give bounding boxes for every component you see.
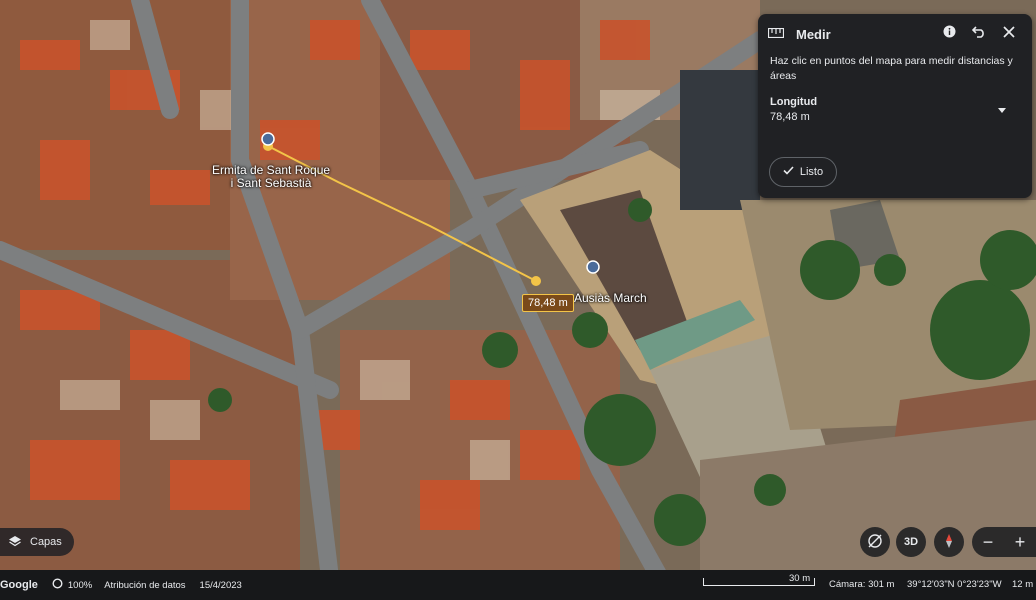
close-icon [1003,25,1015,43]
compass-icon [942,533,956,552]
compass-button[interactable] [934,527,964,557]
measurement-point-end[interactable] [531,276,541,286]
elevation: 12 m [1012,579,1034,590]
layers-button[interactable]: Capas [0,528,74,556]
view-3d-button[interactable]: 3D [896,527,926,557]
place-label-ausias-march[interactable]: Ausiàs March [574,291,647,305]
ruler-icon [767,25,785,43]
length-label: Longitud [770,96,818,108]
measurement-distance-label: 78,48 m [522,294,574,312]
progress-ring-icon [52,578,63,592]
scale-label: 30 m [789,573,811,584]
imagery-date: 15/4/2023 [199,579,242,591]
length-value: 78,48 m [770,111,810,123]
close-button[interactable] [996,21,1022,47]
cursor-coordinates: 39°12'03"N 0°23'23"W [907,579,1002,590]
load-progress: 100% [67,579,93,591]
done-label: Listo [799,166,824,178]
tilt-button[interactable] [860,527,890,557]
tilt-icon [867,533,883,552]
undo-icon [971,25,986,43]
layers-icon [8,535,22,550]
zoom-controls: − + [972,527,1036,557]
layers-label: Capas [30,536,62,548]
length-block: Longitud 78,48 m [758,84,1032,123]
measure-panel: Medir Haz clic en puntos del mapa para m… [758,14,1032,198]
status-bar: Google 100% Atribución de datos 15/4/202… [0,570,1036,600]
done-button[interactable]: Listo [769,157,837,187]
place-label-ermita[interactable]: Ermita de Sant Roque i Sant Sebastià [212,164,330,190]
place-pin-icon[interactable] [586,260,600,274]
undo-button[interactable] [966,21,992,47]
camera-altitude: Cámara: 301 m [829,579,895,590]
info-icon [943,25,956,43]
place-pin-icon[interactable] [261,132,275,146]
chevron-down-icon[interactable] [998,100,1006,118]
info-button[interactable] [936,21,962,47]
zoom-out-button[interactable]: − [972,527,1004,557]
zoom-in-button[interactable]: + [1004,527,1036,557]
google-logo: Google [0,579,38,591]
panel-title: Medir [796,26,831,42]
measure-instructions: Haz clic en puntos del mapa para medir d… [770,55,1013,82]
check-icon [783,166,794,178]
data-attribution-link[interactable]: Atribución de datos [104,580,185,591]
